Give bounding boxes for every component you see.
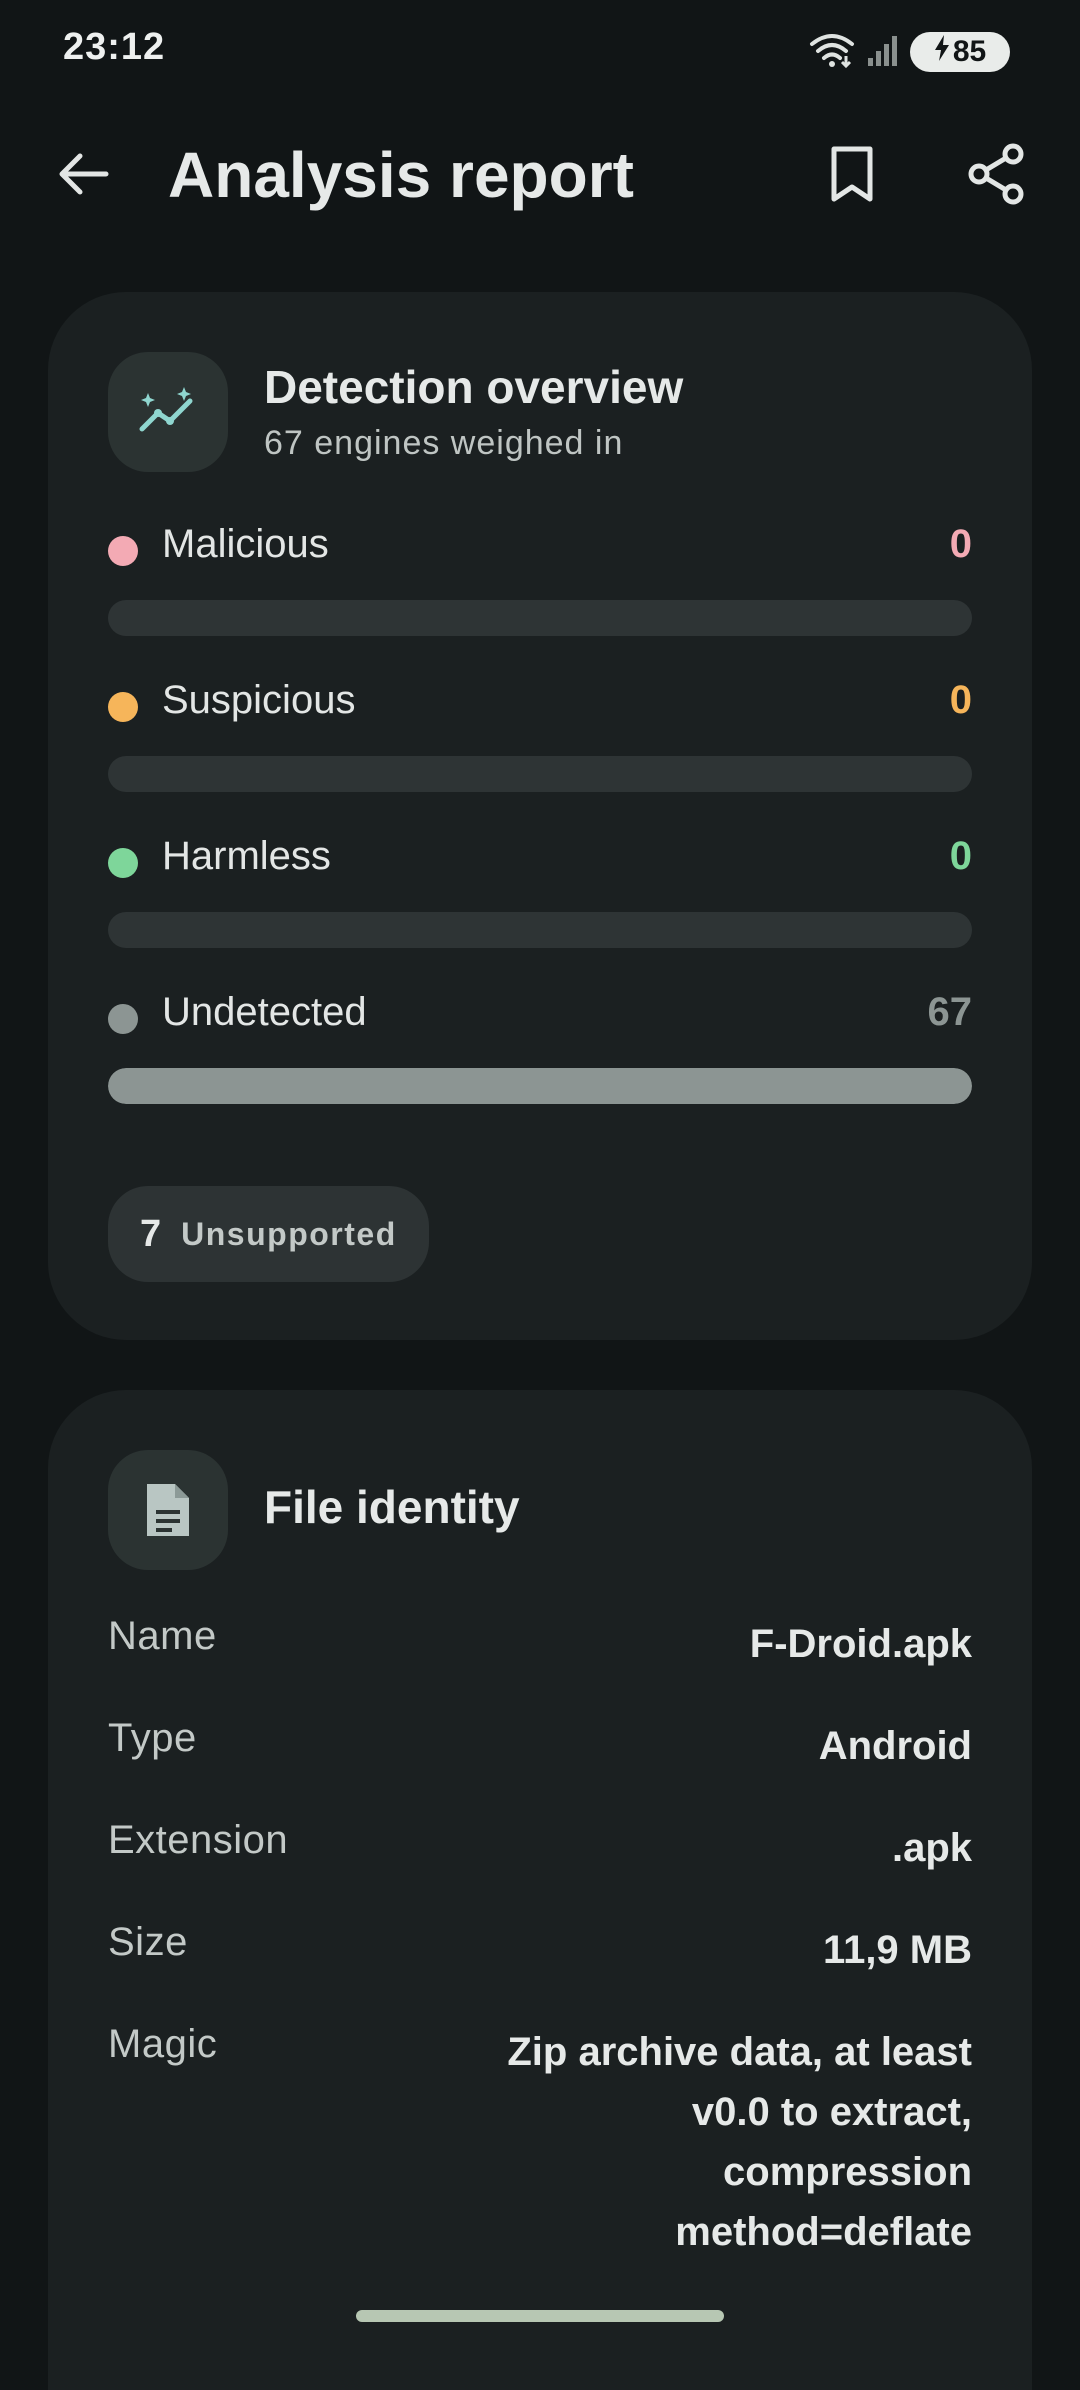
stat-label: Suspicious <box>162 678 356 722</box>
file-row-key: Magic <box>108 2022 218 2066</box>
status-bar: 23:12 85 <box>0 0 1080 104</box>
detection-overview-title: Detection overview <box>264 361 684 413</box>
status-dot <box>108 1004 138 1034</box>
battery-indicator: 85 <box>910 32 1010 72</box>
wifi-icon <box>808 30 856 75</box>
back-button[interactable] <box>44 136 124 216</box>
file-row-key: Type <box>108 1716 197 1760</box>
unsupported-chip[interactable]: 7 Unsupported <box>108 1186 429 1282</box>
detection-overview-card: Detection overview 67 engines weighed in… <box>48 292 1032 1340</box>
file-row-value: F-Droid.apk <box>749 1622 972 1666</box>
page-title: Analysis report <box>168 139 634 211</box>
stat-value: 0 <box>949 522 972 566</box>
stat-row-suspicious: Suspicious 0 <box>108 676 972 792</box>
status-time: 23:12 <box>63 26 166 68</box>
status-icons: 85 <box>808 28 1010 76</box>
document-icon <box>108 1450 228 1570</box>
stat-progress-bar <box>108 600 972 636</box>
gesture-navigation-bar[interactable] <box>356 2310 724 2322</box>
status-dot <box>108 536 138 566</box>
file-row-key: Size <box>108 1920 188 1964</box>
status-dot <box>108 848 138 878</box>
file-row-key: Extension <box>108 1818 289 1862</box>
stat-row-harmless: Harmless 0 <box>108 832 972 948</box>
file-row-value: Zip archive data, at least v0.0 to extra… <box>507 2030 972 2254</box>
stat-value: 67 <box>927 990 973 1034</box>
unsupported-label: Unsupported <box>181 1215 397 1252</box>
arrow-left-icon <box>58 152 110 201</box>
stat-progress-bar <box>108 1068 972 1104</box>
stat-label: Harmless <box>162 834 331 878</box>
stat-row-malicious: Malicious 0 <box>108 520 972 636</box>
file-row-value: .apk <box>891 1826 972 1870</box>
stat-label: Malicious <box>162 522 329 566</box>
share-icon <box>967 143 1025 210</box>
sparkle-trend-icon <box>108 352 228 472</box>
bookmark-icon <box>829 145 875 208</box>
stat-label: Undetected <box>162 990 367 1034</box>
unsupported-count: 7 <box>140 1212 162 1255</box>
top-app-bar: Analysis report <box>0 110 1080 240</box>
file-row-value: Android <box>818 1724 972 1768</box>
file-identity-card: File identity Name F-Droid.apk Type Android… <box>48 1390 1032 2390</box>
battery-level: 85 <box>952 35 987 68</box>
status-dot <box>108 692 138 722</box>
file-row-key: Name <box>108 1614 217 1658</box>
stat-progress-bar <box>108 756 972 792</box>
signal-icon <box>866 32 900 73</box>
bookmark-button[interactable] <box>812 136 892 216</box>
share-button[interactable] <box>956 136 1036 216</box>
stat-progress-fill <box>108 1068 972 1104</box>
engines-count-text: 67 engines weighed in <box>264 424 624 462</box>
charging-icon <box>934 35 950 69</box>
stat-value: 0 <box>949 678 972 722</box>
stat-row-undetected: Undetected 67 <box>108 988 973 1104</box>
stat-progress-bar <box>108 912 972 948</box>
stat-value: 0 <box>949 834 972 878</box>
file-row-value: 11,9 MB <box>823 1928 972 1972</box>
file-identity-title: File identity <box>264 1481 520 1533</box>
